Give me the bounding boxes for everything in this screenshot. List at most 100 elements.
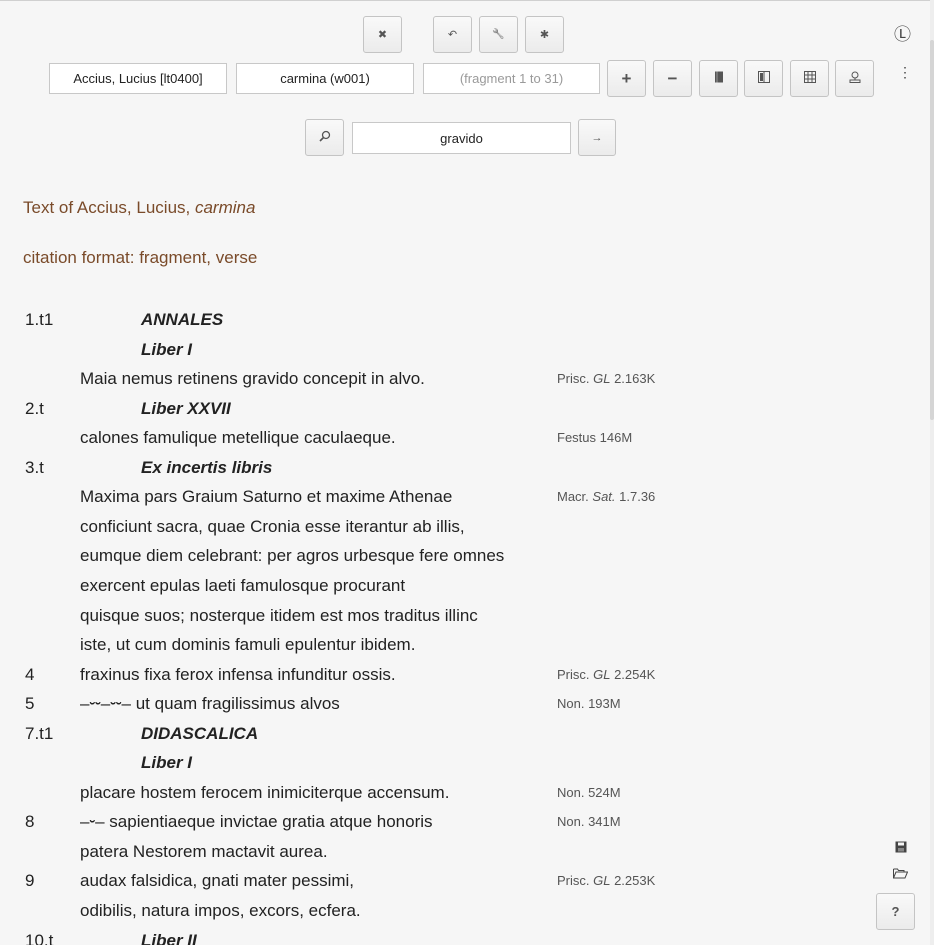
section-title: Liber II — [141, 930, 197, 945]
citation-number[interactable]: 9 — [25, 866, 34, 895]
source-reference: Macr. Sat. 1.7.36 — [557, 482, 655, 511]
text-line: 8 –⏑– sapientiaeque invictae gratia atque… — [0, 807, 720, 836]
text-line: placare hostem ferocem inimiciterque acc… — [0, 778, 720, 807]
source-prefix: Festus 146M — [557, 430, 633, 446]
verse-text[interactable]: audax falsidica, gnati mater pessimi, — [80, 866, 354, 895]
text-body: 1.t1 ANNALES Liber I Maia nemus retinens gr… — [0, 305, 934, 945]
verse-text[interactable]: Maxima pars Graium Saturno et maxime Ath… — [80, 482, 452, 511]
text-heading-work: carmina — [194, 198, 256, 217]
source-reference: Non. 524M — [557, 778, 621, 807]
section-title: Ex incertis libris — [141, 457, 273, 477]
scrollbar[interactable] — [930, 0, 934, 945]
save-icon[interactable] — [895, 840, 907, 858]
close-button[interactable]: ✖ — [363, 16, 402, 53]
stamp-icon — [849, 71, 861, 86]
text-line: patera Nestorem mactavit aurea. — [0, 837, 720, 866]
text-heading: Text of Accius, Lucius, carmina — [23, 198, 255, 218]
verse-text[interactable]: calones famulique metellique caculaeque. — [80, 423, 396, 452]
go-button[interactable]: → — [578, 119, 616, 156]
work-selector[interactable]: carmina (w001) — [236, 63, 414, 94]
plus-icon: + — [621, 68, 632, 88]
help-button[interactable]: ? — [876, 893, 915, 930]
verse-text[interactable]: patera Nestorem mactavit aurea. — [80, 837, 328, 866]
citation-number[interactable]: 2.t — [25, 394, 44, 423]
source-locus: 1.7.36 — [615, 489, 656, 505]
verse-text[interactable]: placare hostem ferocem inimiciterque acc… — [80, 778, 449, 807]
passage-selector[interactable]: (fragment 1 to 31) — [423, 63, 600, 94]
section-title: Liber XXVII — [141, 398, 231, 418]
arrow-right-icon: → — [591, 131, 603, 144]
text-line: odibilis, natura impos, excors, ecfera. — [0, 896, 720, 925]
verse-text[interactable]: eumque diem celebrant: per agros urbesqu… — [80, 541, 504, 570]
source-prefix: Non. 341M — [557, 814, 621, 830]
citation-number[interactable]: 10.t — [25, 926, 53, 945]
source-work: GL — [593, 371, 611, 387]
source-work: GL — [593, 873, 611, 889]
text-line: exercent epulas laeti famulosque procura… — [0, 571, 720, 600]
source-prefix: Prisc. — [557, 666, 594, 682]
menu-icon[interactable]: ⋮ — [898, 64, 912, 81]
tools-button[interactable]: 🔧 — [479, 16, 518, 53]
source-prefix: Prisc. — [557, 371, 594, 387]
undo-button[interactable]: ↶ — [433, 16, 472, 53]
language-icon[interactable]: Ⓛ — [894, 20, 911, 45]
textmaker-button[interactable] — [744, 60, 783, 97]
citation-number[interactable]: 1.t1 — [25, 305, 53, 334]
source-reference: Festus 146M — [557, 423, 632, 452]
minus-icon: − — [667, 68, 678, 88]
text-line: 1.t1 ANNALES — [0, 305, 720, 334]
source-work: Sat. — [592, 489, 616, 505]
open-folder-icon[interactable] — [893, 866, 909, 884]
settings-button[interactable]: ✱ — [525, 16, 564, 53]
source-reference: Prisc. GL 2.253K — [557, 866, 655, 895]
citation-number[interactable]: 7.t1 — [25, 719, 53, 748]
table-icon — [803, 71, 816, 86]
section-title: ANNALES — [141, 310, 224, 329]
source-reference: Prisc. GL 2.254K — [557, 660, 655, 689]
verse-text[interactable]: odibilis, natura impos, excors, ecfera. — [80, 896, 361, 925]
citation-number[interactable]: 5 — [25, 689, 34, 718]
source-reference: Non. 193M — [557, 689, 621, 718]
verse-text[interactable]: fraxinus fixa ferox infensa infunditur o… — [80, 660, 396, 689]
verse-text[interactable]: conficiunt sacra, quae Cronia esse itera… — [80, 512, 465, 541]
citation-number[interactable]: 3.t — [25, 453, 44, 482]
verse-text[interactable]: –⏑⏑–⏑⏑– ut quam fragilissimus alvos — [80, 689, 340, 718]
source-prefix: Macr. — [557, 489, 593, 505]
source-locus: 2.253K — [610, 873, 656, 889]
text-line: 9 audax falsidica, gnati mater pessimi, Pr… — [0, 866, 720, 895]
citation-number[interactable]: 8 — [25, 807, 34, 836]
citation-number[interactable]: 4 — [25, 660, 34, 689]
verse-text[interactable]: iste, ut cum dominis famuli epulentur ib… — [80, 630, 415, 659]
text-line: 2.t Liber XXVII — [0, 394, 720, 423]
index-button[interactable] — [790, 60, 829, 97]
author-selector[interactable]: Accius, Lucius [lt0400] — [49, 63, 227, 94]
verse-text[interactable]: Maia nemus retinens gravido concepit in … — [80, 364, 425, 393]
verse-text[interactable]: quisque suos; nosterque itidem est mos t… — [80, 601, 478, 630]
text-line: conficiunt sacra, quae Cronia esse itera… — [0, 512, 720, 541]
vocabulary-button[interactable] — [835, 60, 874, 97]
close-icon: ✖ — [377, 29, 388, 41]
text-line: calones famulique metellique caculaeque.… — [0, 423, 720, 452]
source-prefix: Non. 524M — [557, 784, 621, 800]
gear-icon: ✱ — [539, 29, 550, 41]
browse-button[interactable] — [699, 60, 738, 97]
search-input[interactable]: gravido — [352, 122, 571, 154]
source-reference: Non. 341M — [557, 807, 621, 836]
text-heading-prefix: Text of Accius, Lucius, — [23, 198, 195, 217]
text-line: Maia nemus retinens gravido concepit in … — [0, 364, 720, 393]
open-book-icon — [757, 71, 770, 86]
section-title: DIDASCALICA — [141, 723, 259, 743]
zoom-out-button[interactable]: − — [653, 60, 692, 97]
verse-text[interactable]: exercent epulas laeti famulosque procura… — [80, 571, 405, 600]
section-title: Liber I — [141, 753, 193, 773]
scrollbar-thumb[interactable] — [930, 40, 934, 420]
window-top-border — [0, 0, 934, 1]
help-icon: ? — [891, 904, 900, 919]
zoom-in-button[interactable]: + — [607, 60, 646, 97]
text-line: Liber I — [0, 748, 720, 777]
text-line: 3.t Ex incertis libris — [0, 453, 720, 482]
verse-text[interactable]: –⏑– sapientiaeque invictae gratia atque … — [80, 807, 433, 836]
search-button[interactable] — [305, 119, 344, 156]
text-line: Maxima pars Graium Saturno et maxime Ath… — [0, 482, 720, 511]
source-locus: 2.163K — [610, 371, 656, 387]
